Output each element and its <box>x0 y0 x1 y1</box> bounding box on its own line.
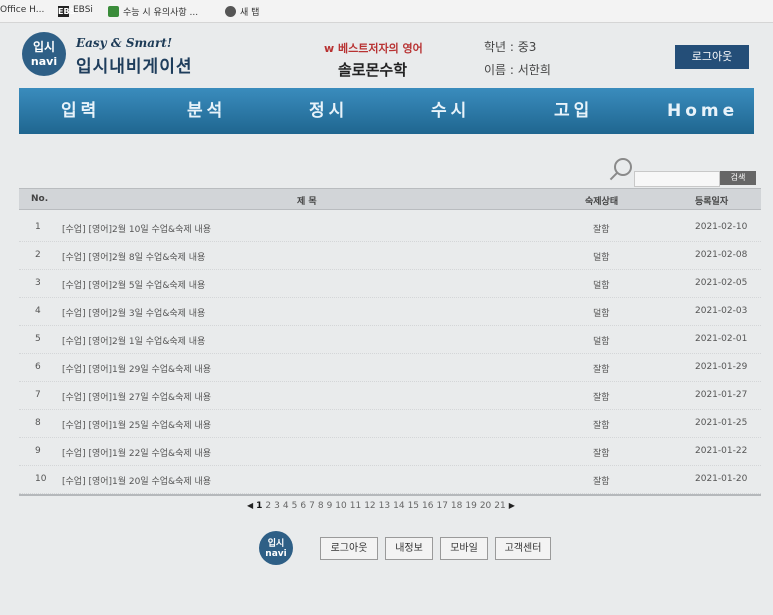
header-status: 숙제상태 <box>585 197 619 207</box>
page-link[interactable]: 18 <box>451 501 462 511</box>
bookmark-office[interactable]: Office H... <box>0 5 44 15</box>
bookmark-new-tab[interactable]: 새 탭 <box>225 5 259 18</box>
page-link[interactable]: 14 <box>393 501 404 511</box>
table-divider <box>19 494 761 496</box>
academy-name: 솔로몬수학 <box>338 61 408 79</box>
bookmarks-bar: Office H... EBSEBSi 수능 시 유의사항 ... 새 탭 <box>0 0 773 23</box>
bookmark-ebsi[interactable]: EBSEBSi <box>58 5 93 17</box>
table-row[interactable]: 3 [수업] [영어]2월 5일 수업&숙제 내용 덜함 2021-02-05 <box>19 269 761 298</box>
row-title-link[interactable]: [수업] [영어]2월 1일 수업&숙제 내용 <box>62 334 205 347</box>
footer-my-info-button[interactable]: 내정보 <box>385 537 433 560</box>
row-title-link[interactable]: [수업] [영어]1월 29일 수업&숙제 내용 <box>62 362 211 375</box>
nav-item-early-admission[interactable]: 수시 <box>431 88 470 134</box>
table-row[interactable]: 9 [수업] [영어]1월 22일 수업&숙제 내용 잘함 2021-01-22 <box>19 437 761 466</box>
prev-page-icon[interactable]: ◀ <box>247 501 253 510</box>
site-logo[interactable]: 입시 navi <box>22 32 66 76</box>
search-icon <box>614 158 632 176</box>
table-row[interactable]: 8 [수업] [영어]1월 25일 수업&숙제 내용 잘함 2021-01-25 <box>19 409 761 438</box>
student-grade: 학년 : 중3 <box>484 40 537 54</box>
tagline: Easy & Smart! <box>76 36 173 50</box>
row-title-link[interactable]: [수업] [영어]1월 22일 수업&숙제 내용 <box>62 446 211 459</box>
nav-item-analysis[interactable]: 분석 <box>187 88 226 134</box>
footer-logout-button[interactable]: 로그아웃 <box>320 537 378 560</box>
main-nav: 입력 분석 정시 수시 고입 Home <box>19 88 754 134</box>
table-row[interactable]: 5 [수업] [영어]2월 1일 수업&숙제 내용 덜함 2021-02-01 <box>19 325 761 354</box>
page-link[interactable]: 17 <box>436 501 447 511</box>
row-title-link[interactable]: [수업] [영어]2월 10일 수업&숙제 내용 <box>62 222 211 235</box>
page-link[interactable]: 15 <box>408 501 419 511</box>
bookmark-exam-notes[interactable]: 수능 시 유의사항 ... <box>108 5 198 18</box>
page-link[interactable]: 20 <box>480 501 491 511</box>
page-link[interactable]: 9 <box>327 501 333 511</box>
brand-name: 입시내비게이션 <box>76 57 193 77</box>
footer-customer-center-button[interactable]: 고객센터 <box>495 537 551 560</box>
footer-mobile-button[interactable]: 모바일 <box>440 537 488 560</box>
row-title-link[interactable]: [수업] [영어]1월 27일 수업&숙제 내용 <box>62 390 211 403</box>
page-link[interactable]: 11 <box>350 501 361 511</box>
table-row[interactable]: 4 [수업] [영어]2월 3일 수업&숙제 내용 덜함 2021-02-03 <box>19 297 761 326</box>
pagination: ◀ 1 2 3 4 5 6 7 8 9 10 11 12 13 14 15 16 17 18 19 20 21 ▶ <box>247 501 518 515</box>
student-name: 이름 : 서한희 <box>484 63 551 77</box>
search-input[interactable] <box>634 171 720 187</box>
table-row[interactable]: 2 [수업] [영어]2월 8일 수업&숙제 내용 덜함 2021-02-08 <box>19 241 761 270</box>
row-title-link[interactable]: [수업] [영어]1월 25일 수업&숙제 내용 <box>62 418 211 431</box>
page-link[interactable]: 19 <box>465 501 476 511</box>
nav-item-home[interactable]: Home <box>667 88 738 134</box>
search-button[interactable]: 검색 <box>720 171 756 185</box>
page-link[interactable]: 21 <box>494 501 505 511</box>
nav-item-high-school-admission[interactable]: 고입 <box>554 88 593 134</box>
academy-subtitle: w 베스트저자의 영어 <box>324 42 423 55</box>
page-link[interactable]: 12 <box>364 501 375 511</box>
page-link[interactable]: 16 <box>422 501 433 511</box>
page-link[interactable]: 13 <box>379 501 390 511</box>
row-title-link[interactable]: [수업] [영어]2월 3일 수업&숙제 내용 <box>62 306 205 319</box>
page-link[interactable]: 2 <box>265 501 271 511</box>
page-link[interactable]: 3 <box>274 501 280 511</box>
globe-icon <box>225 6 236 17</box>
ebs-icon: EBS <box>58 6 76 17</box>
page-link[interactable]: 7 <box>309 501 315 511</box>
header-no: No. <box>31 194 49 204</box>
table-row[interactable]: 7 [수업] [영어]1월 27일 수업&숙제 내용 잘함 2021-01-27 <box>19 381 761 410</box>
header-date: 등록일자 <box>695 197 729 207</box>
header-title: 제 목 <box>297 197 317 207</box>
table-row[interactable]: 1 [수업] [영어]2월 10일 수업&숙제 내용 잘함 2021-02-10 <box>19 213 761 242</box>
nav-item-regular-admission[interactable]: 정시 <box>309 88 348 134</box>
table-header: No. 제 목 숙제상태 등록일자 <box>19 188 761 210</box>
table-row[interactable]: 6 [수업] [영어]1월 29일 수업&숙제 내용 잘함 2021-01-29 <box>19 353 761 382</box>
page-link[interactable]: 6 <box>300 501 306 511</box>
nav-item-input[interactable]: 입력 <box>61 88 100 134</box>
row-title-link[interactable]: [수업] [영어]1월 20일 수업&숙제 내용 <box>62 474 211 487</box>
row-title-link[interactable]: [수업] [영어]2월 5일 수업&숙제 내용 <box>62 278 205 291</box>
page-link[interactable]: 4 <box>283 501 289 511</box>
table-row[interactable]: 10 [수업] [영어]1월 20일 수업&숙제 내용 잘함 2021-01-2… <box>19 465 761 494</box>
footer-logo: 입시 navi <box>259 531 293 565</box>
page-link[interactable]: 10 <box>335 501 346 511</box>
logout-button[interactable]: 로그아웃 <box>675 45 749 69</box>
page-link-current[interactable]: 1 <box>256 501 262 511</box>
chat-icon <box>108 6 119 17</box>
next-page-icon[interactable]: ▶ <box>509 501 515 510</box>
page-link[interactable]: 5 <box>292 501 298 511</box>
page-link[interactable]: 8 <box>318 501 324 511</box>
row-title-link[interactable]: [수업] [영어]2월 8일 수업&숙제 내용 <box>62 250 205 263</box>
